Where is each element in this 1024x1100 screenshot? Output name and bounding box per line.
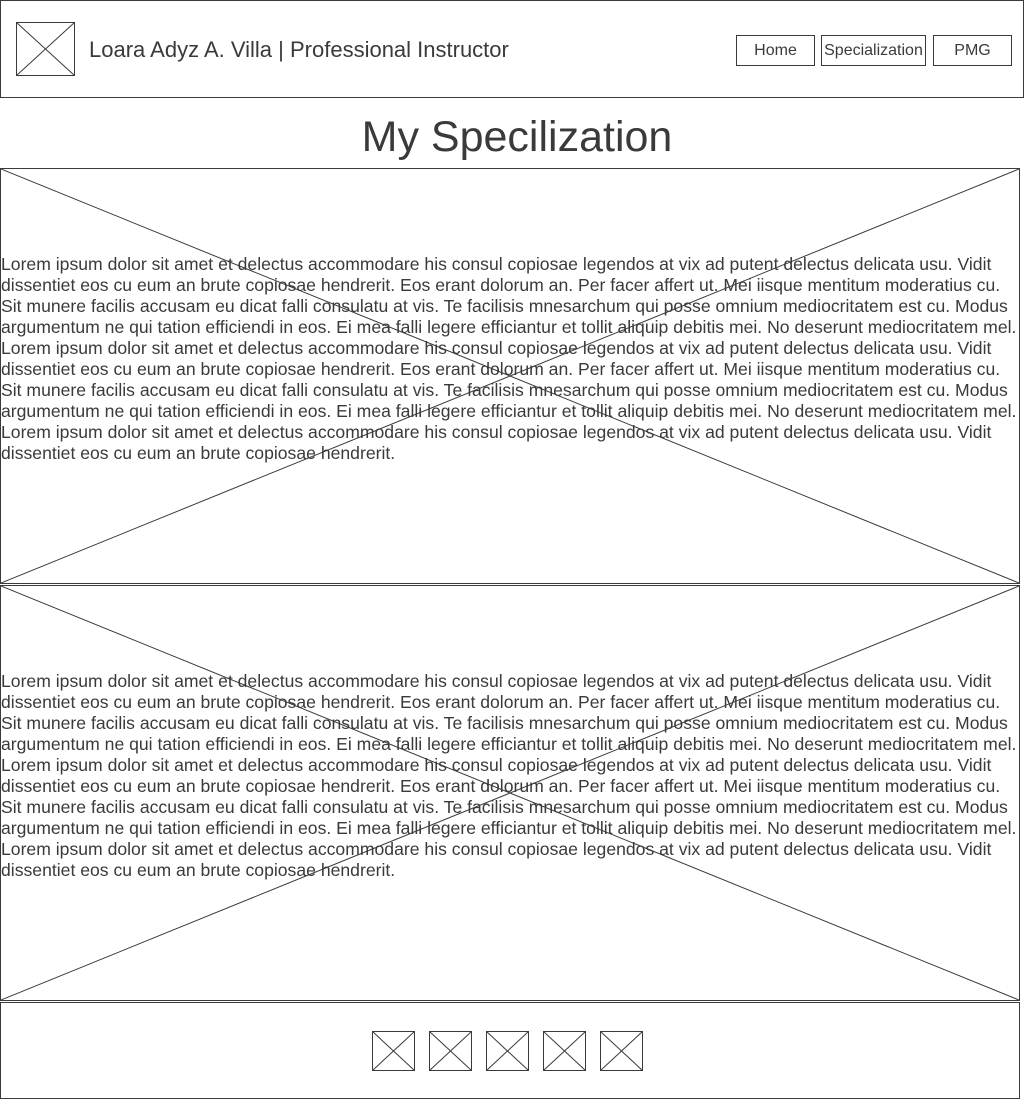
nav-home-button[interactable]: Home [736,35,815,66]
social-link-5-icon[interactable] [600,1031,643,1071]
specialization-section-2: Lorem ipsum dolor sit amet et delectus a… [0,585,1020,1001]
section-2-text: Lorem ipsum dolor sit amet et delectus a… [1,671,1017,880]
specialization-section-1: Lorem ipsum dolor sit amet et delectus a… [0,168,1020,584]
social-link-1-icon[interactable] [372,1031,415,1071]
site-title: Loara Adyz A. Villa | Professional Instr… [89,37,509,62]
site-header: Loara Adyz A. Villa | Professional Instr… [0,0,1024,98]
section-1-text: Lorem ipsum dolor sit amet et delectus a… [1,254,1017,463]
social-link-3-icon[interactable] [486,1031,529,1071]
social-link-2-icon[interactable] [429,1031,472,1071]
social-link-4-icon[interactable] [543,1031,586,1071]
logo-image-placeholder-icon [16,22,75,76]
site-footer [0,1002,1020,1099]
nav-specialization-button[interactable]: Specialization [821,35,926,66]
page-title: My Specilization [361,113,673,161]
nav-pmg-button[interactable]: PMG [933,35,1012,66]
